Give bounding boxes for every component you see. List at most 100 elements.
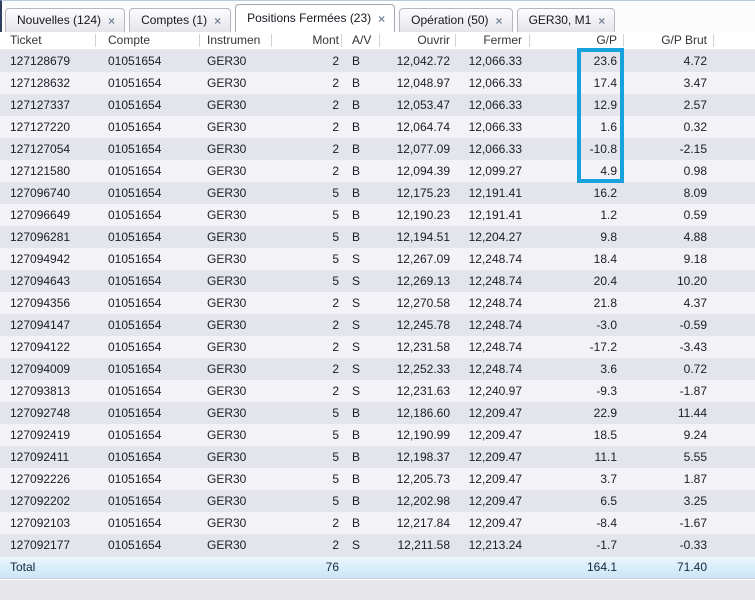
cell-ouvrir: 12,190.99: [396, 428, 450, 442]
cell-av: B: [352, 164, 361, 178]
close-icon[interactable]: ×: [496, 14, 503, 27]
column-header-gp_brut[interactable]: G/P Brut: [624, 32, 714, 49]
cell-ouvrir: 12,042.72: [396, 54, 450, 68]
cell-gp_brut: -0.59: [679, 318, 707, 332]
cell-av: B: [352, 186, 361, 200]
close-icon[interactable]: ×: [598, 14, 605, 27]
tab-positions-ferm-es-23[interactable]: Positions Fermées (23) ×: [235, 4, 396, 32]
cell-gp: 21.8: [593, 296, 617, 310]
tab-label: GER30, M1: [528, 13, 592, 27]
cell-gp: 17.4: [593, 76, 617, 90]
cell-fermer: 12,209.47: [468, 450, 522, 464]
cell-gp_brut: -3.43: [679, 340, 707, 354]
total-gp: 164.1: [586, 560, 617, 574]
cell-ticket: 127092226: [10, 472, 71, 486]
table-row[interactable]: 127093813 01051654 GER30 2 S 12,231.63 12,240.…: [0, 380, 755, 402]
cell-mont: 5: [332, 208, 339, 222]
cell-compte: 01051654: [108, 318, 162, 332]
cell-instrument: GER30: [207, 252, 247, 266]
cell-instrument: GER30: [207, 208, 247, 222]
table-row[interactable]: 127127337 01051654 GER30 2 B 12,053.47 12,066.…: [0, 94, 755, 116]
cell-instrument: GER30: [207, 142, 247, 156]
cell-instrument: GER30: [207, 274, 247, 288]
table-row[interactable]: 127128679 01051654 GER30 2 B 12,042.72 12,066.…: [0, 50, 755, 72]
table-row[interactable]: 127092411 01051654 GER30 5 B 12,198.37 12,209.…: [0, 446, 755, 468]
cell-mont: 2: [332, 340, 339, 354]
cell-fermer: 12,066.33: [468, 120, 522, 134]
close-icon[interactable]: ×: [214, 14, 221, 27]
cell-ouvrir: 12,048.97: [396, 76, 450, 90]
cell-compte: 01051654: [108, 76, 162, 90]
cell-mont: 2: [332, 516, 339, 530]
column-header-gp[interactable]: G/P: [530, 32, 624, 49]
column-header-av[interactable]: A/V: [342, 32, 380, 49]
column-header-compte[interactable]: Compte: [96, 32, 200, 49]
cell-av: S: [352, 296, 361, 310]
cell-gp: 16.2: [593, 186, 617, 200]
table-row[interactable]: 127092202 01051654 GER30 5 B 12,202.98 12,209.…: [0, 490, 755, 512]
cell-av: B: [352, 120, 361, 134]
table-row[interactable]: 127096649 01051654 GER30 5 B 12,190.23 12,191.…: [0, 204, 755, 226]
table-row[interactable]: 127094942 01051654 GER30 5 S 12,267.09 12,248.…: [0, 248, 755, 270]
tab-nouvelles-124[interactable]: Nouvelles (124) ×: [5, 8, 126, 32]
cell-gp: 9.8: [600, 230, 617, 244]
cell-ticket: 127092202: [10, 494, 71, 508]
table-row[interactable]: 127094147 01051654 GER30 2 S 12,245.78 12,248.…: [0, 314, 755, 336]
table-row[interactable]: 127094643 01051654 GER30 5 S 12,269.13 12,248.…: [0, 270, 755, 292]
cell-filler: [714, 336, 755, 358]
cell-gp: -1.7: [596, 538, 617, 552]
table-row[interactable]: 127127220 01051654 GER30 2 B 12,064.74 12,066.…: [0, 116, 755, 138]
table-row[interactable]: 127092226 01051654 GER30 5 B 12,205.73 12,209.…: [0, 468, 755, 490]
column-header-instrument[interactable]: Instrumen: [200, 32, 272, 49]
cell-instrument: GER30: [207, 164, 247, 178]
cell-instrument: GER30: [207, 362, 247, 376]
cell-instrument: GER30: [207, 318, 247, 332]
table-row[interactable]: 127121580 01051654 GER30 2 B 12,094.39 12,099.…: [0, 160, 755, 182]
cell-fermer: 12,248.74: [468, 252, 522, 266]
cell-instrument: GER30: [207, 340, 247, 354]
column-header-mont[interactable]: Mont: [272, 32, 342, 49]
cell-ouvrir: 12,231.58: [396, 340, 450, 354]
close-icon[interactable]: ×: [378, 12, 385, 25]
cell-ticket: 127094009: [10, 362, 71, 376]
cell-fermer: 12,191.41: [468, 186, 522, 200]
column-header-ouvrir[interactable]: Ouvrir: [380, 32, 456, 49]
cell-filler: [714, 138, 755, 160]
cell-fermer: 12,209.47: [468, 428, 522, 442]
cell-gp_brut: 0.72: [683, 362, 707, 376]
bottom-panel: [0, 579, 755, 600]
column-header-ticket[interactable]: Ticket: [0, 32, 96, 49]
cell-compte: 01051654: [108, 538, 162, 552]
cell-compte: 01051654: [108, 164, 162, 178]
table-row[interactable]: 127092419 01051654 GER30 5 B 12,190.99 12,209.…: [0, 424, 755, 446]
cell-ouvrir: 12,231.63: [396, 384, 450, 398]
cell-mont: 2: [332, 54, 339, 68]
table-row[interactable]: 127096281 01051654 GER30 5 B 12,194.51 12,204.…: [0, 226, 755, 248]
tab-ger30-m1[interactable]: GER30, M1 ×: [516, 8, 616, 32]
cell-ouvrir: 12,186.60: [396, 406, 450, 420]
table-row[interactable]: 127092748 01051654 GER30 5 B 12,186.60 12,209.…: [0, 402, 755, 424]
cell-compte: 01051654: [108, 472, 162, 486]
cell-filler: [714, 314, 755, 336]
cell-gp: -9.3: [596, 384, 617, 398]
cell-instrument: GER30: [207, 516, 247, 530]
table-row[interactable]: 127094009 01051654 GER30 2 S 12,252.33 12,248.…: [0, 358, 755, 380]
table-row[interactable]: 127092103 01051654 GER30 2 B 12,217.84 12,209.…: [0, 512, 755, 534]
cell-gp_brut: 5.55: [683, 450, 707, 464]
table-row[interactable]: 127094122 01051654 GER30 2 S 12,231.58 12,248.…: [0, 336, 755, 358]
table-row[interactable]: 127128632 01051654 GER30 2 B 12,048.97 12,066.…: [0, 72, 755, 94]
table-row[interactable]: 127127054 01051654 GER30 2 B 12,077.09 12,066.…: [0, 138, 755, 160]
cell-mont: 5: [332, 186, 339, 200]
cell-ticket: 127128679: [10, 54, 71, 68]
cell-ticket: 127127337: [10, 98, 71, 112]
column-header-fermer[interactable]: Fermer: [456, 32, 530, 49]
tab-op-ration-50[interactable]: Opération (50) ×: [399, 8, 513, 32]
table-row[interactable]: 127094356 01051654 GER30 2 S 12,270.58 12,248.…: [0, 292, 755, 314]
tab-comptes-1[interactable]: Comptes (1) ×: [129, 8, 232, 32]
cell-av: S: [352, 252, 361, 266]
table-row[interactable]: 127092177 01051654 GER30 2 S 12,211.58 12,213.…: [0, 534, 755, 556]
cell-compte: 01051654: [108, 362, 162, 376]
cell-av: S: [352, 274, 361, 288]
table-row[interactable]: 127096740 01051654 GER30 5 B 12,175.23 12,191.…: [0, 182, 755, 204]
close-icon[interactable]: ×: [108, 14, 115, 27]
